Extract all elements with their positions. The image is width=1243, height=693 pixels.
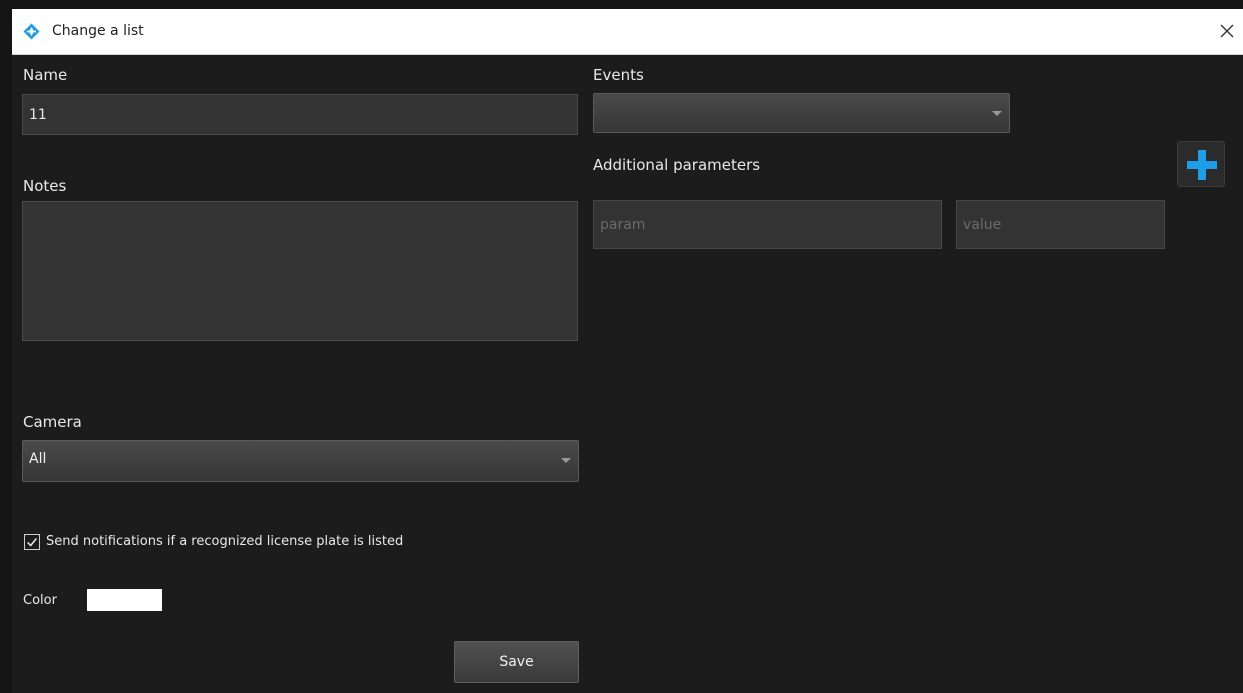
notify-checkbox[interactable] bbox=[24, 534, 40, 550]
value-input[interactable] bbox=[956, 200, 1165, 249]
notify-label: Send notifications if a recognized licen… bbox=[46, 534, 404, 549]
camera-selected-value: All bbox=[29, 451, 47, 467]
plus-icon bbox=[1187, 150, 1217, 180]
checkmark-icon bbox=[27, 538, 37, 547]
window-left-edge bbox=[0, 9, 12, 693]
chevron-down-icon bbox=[992, 111, 1002, 116]
title-bar: Change a list bbox=[12, 9, 1243, 55]
param-input[interactable] bbox=[593, 200, 942, 249]
chevron-down-icon bbox=[561, 458, 571, 463]
add-parameter-button[interactable] bbox=[1177, 141, 1225, 187]
notes-textarea[interactable] bbox=[22, 201, 578, 341]
additional-parameters-label: Additional parameters bbox=[593, 156, 761, 174]
close-icon[interactable] bbox=[1213, 17, 1241, 45]
name-label: Name bbox=[23, 66, 68, 84]
window-top-edge bbox=[0, 0, 1243, 9]
events-dropdown[interactable] bbox=[593, 93, 1010, 133]
window-title: Change a list bbox=[52, 23, 144, 39]
color-label: Color bbox=[23, 593, 57, 608]
events-label: Events bbox=[593, 66, 644, 84]
camera-dropdown[interactable]: All bbox=[22, 440, 579, 482]
name-input[interactable] bbox=[22, 94, 578, 135]
camera-label: Camera bbox=[23, 413, 82, 431]
color-swatch[interactable] bbox=[87, 589, 162, 611]
app-diamond-icon bbox=[23, 23, 40, 40]
save-button[interactable]: Save bbox=[454, 641, 579, 683]
notes-label: Notes bbox=[23, 177, 67, 195]
